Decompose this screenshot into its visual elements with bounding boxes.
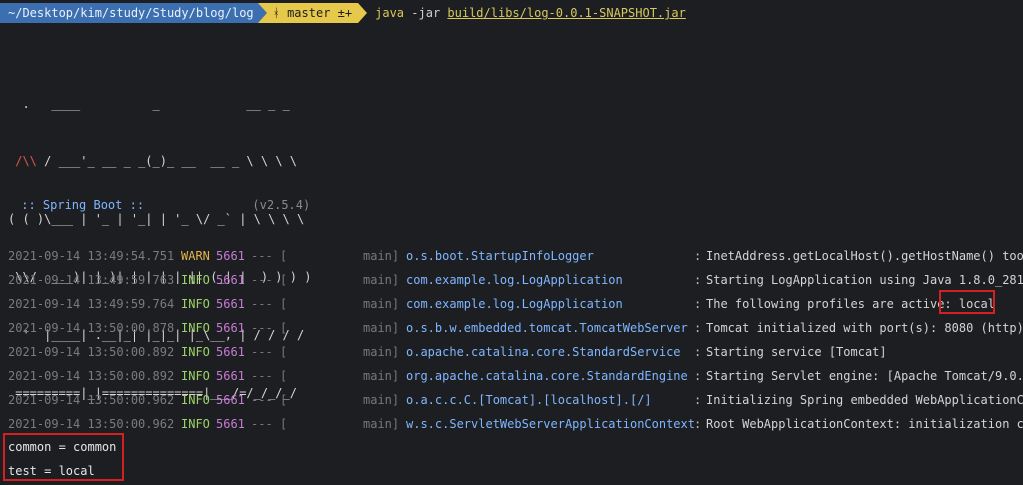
log-level: INFO [181, 321, 210, 335]
log-level: WARN [181, 249, 210, 263]
highlight-box-active-profile [939, 290, 995, 314]
log-thread: main] [363, 297, 400, 311]
log-separator: --- [251, 249, 273, 263]
log-separator: --- [251, 273, 273, 287]
log-thread-bracket: [ [280, 273, 288, 287]
log-logger: o.s.boot.StartupInfoLogger [406, 249, 594, 263]
log-thread-bracket: [ [280, 369, 288, 383]
spring-boot-version: (v2.5.4) [151, 198, 311, 212]
log-colon: : [694, 273, 702, 287]
log-pid: 5661 [216, 273, 245, 287]
log-thread-bracket: [ [280, 393, 288, 407]
log-message: Starting service [Tomcat] [706, 345, 887, 359]
log-thread: main] [363, 369, 400, 383]
log-colon: : [694, 321, 702, 335]
log-thread-bracket: [ [280, 345, 288, 359]
log-message: Root WebApplicationContext: initializati… [706, 417, 1023, 431]
prompt-git-segment: ᚼ master ±+ [266, 3, 359, 23]
highlight-box-output [3, 433, 124, 481]
log-colon: : [694, 369, 702, 383]
banner-line: . ____ _ __ _ _ [8, 96, 290, 111]
git-branch-name: master [287, 6, 331, 20]
log-separator: --- [251, 393, 273, 407]
log-colon: : [694, 297, 702, 311]
git-branch-icon: ᚼ [272, 6, 280, 20]
log-colon: : [694, 417, 702, 431]
log-timestamp: 2021-09-14 13:50:00.892 [8, 345, 175, 359]
banner-spring-leaf: /\\ [15, 154, 37, 169]
log-colon: : [694, 393, 702, 407]
command-name: java [375, 6, 405, 20]
log-pid: 5661 [216, 345, 245, 359]
log-timestamp: 2021-09-14 13:50:00.962 [8, 393, 175, 407]
log-timestamp: 2021-09-14 13:49:59.764 [8, 297, 175, 311]
log-thread: main] [363, 417, 400, 431]
log-level: INFO [181, 369, 210, 383]
log-pid: 5661 [216, 249, 245, 263]
log-timestamp: 2021-09-14 13:49:59.763 [8, 273, 175, 287]
log-separator: --- [251, 297, 273, 311]
command-jar-path: build/libs/log-0.0.1-SNAPSHOT.jar [447, 6, 686, 20]
log-logger: com.example.log.LogApplication [406, 297, 623, 311]
log-colon: : [694, 345, 702, 359]
log-thread-bracket: [ [280, 297, 288, 311]
log-separator: --- [251, 321, 273, 335]
command-flag: -jar [411, 6, 441, 20]
log-separator: --- [251, 369, 273, 383]
spring-boot-label: :: Spring Boot :: [14, 198, 152, 212]
prompt-path: ~/Desktop/kim/study/Study/blog/log [0, 3, 258, 23]
log-logger: o.a.c.c.C.[Tomcat].[localhost].[/] [406, 393, 652, 407]
log-timestamp: 2021-09-14 13:50:00.878 [8, 321, 175, 335]
git-status: ±+ [337, 6, 353, 20]
log-timestamp: 2021-09-14 13:49:54.751 [8, 249, 175, 263]
log-pid: 5661 [216, 369, 245, 383]
banner-line: ( ( )\___ | '_ | '_| | '_ \/ _` | \ \ \ … [8, 212, 305, 227]
log-thread: main] [363, 249, 400, 263]
log-logger: org.apache.catalina.core.StandardEngine [406, 369, 688, 383]
log-thread: main] [363, 321, 400, 335]
log-thread-bracket: [ [280, 321, 288, 335]
log-pid: 5661 [216, 297, 245, 311]
command-line[interactable]: java -jar build/libs/log-0.0.1-SNAPSHOT.… [375, 6, 686, 20]
prompt-separator-arrow-2 [358, 3, 368, 23]
log-pid: 5661 [216, 321, 245, 335]
log-pid: 5661 [216, 417, 245, 431]
log-separator: --- [251, 417, 273, 431]
banner-line: /\\ / ___'_ __ _ _(_)_ __ __ _ \ \ \ \ [15, 154, 298, 169]
log-logger: o.apache.catalina.core.StandardService [406, 345, 681, 359]
log-thread-bracket: [ [280, 249, 288, 263]
shell-prompt: ~/Desktop/kim/study/Study/blog/log ᚼ mas… [0, 3, 1023, 23]
log-colon: : [694, 249, 702, 263]
log-message: InetAddress.getLocalHost().getHostName()… [706, 249, 1023, 263]
log-pid: 5661 [216, 393, 245, 407]
log-level: INFO [181, 273, 210, 287]
log-separator: --- [251, 345, 273, 359]
log-message: Starting Servlet engine: [Apache Tomcat/… [706, 369, 1023, 383]
log-thread: main] [363, 273, 400, 287]
log-logger: w.s.c.ServletWebServerApplicationContext [406, 417, 695, 431]
log-logger: com.example.log.LogApplication [406, 273, 623, 287]
log-message: Tomcat initialized with port(s): 8080 (h… [706, 321, 1023, 335]
spring-boot-version-line: :: Spring Boot :: (v2.5.4) [14, 198, 310, 212]
log-level: INFO [181, 297, 210, 311]
log-level: INFO [181, 417, 210, 431]
log-thread: main] [363, 345, 400, 359]
prompt-separator-arrow [257, 3, 267, 23]
log-thread: main] [363, 393, 400, 407]
log-level: INFO [181, 393, 210, 407]
log-level: INFO [181, 345, 210, 359]
log-message: Initializing Spring embedded WebApplicat… [706, 393, 1023, 407]
log-timestamp: 2021-09-14 13:50:00.892 [8, 369, 175, 383]
log-logger: o.s.b.w.embedded.tomcat.TomcatWebServer [406, 321, 688, 335]
log-message: Starting LogApplication using Java 1.8.0… [706, 273, 1023, 287]
log-thread-bracket: [ [280, 417, 288, 431]
